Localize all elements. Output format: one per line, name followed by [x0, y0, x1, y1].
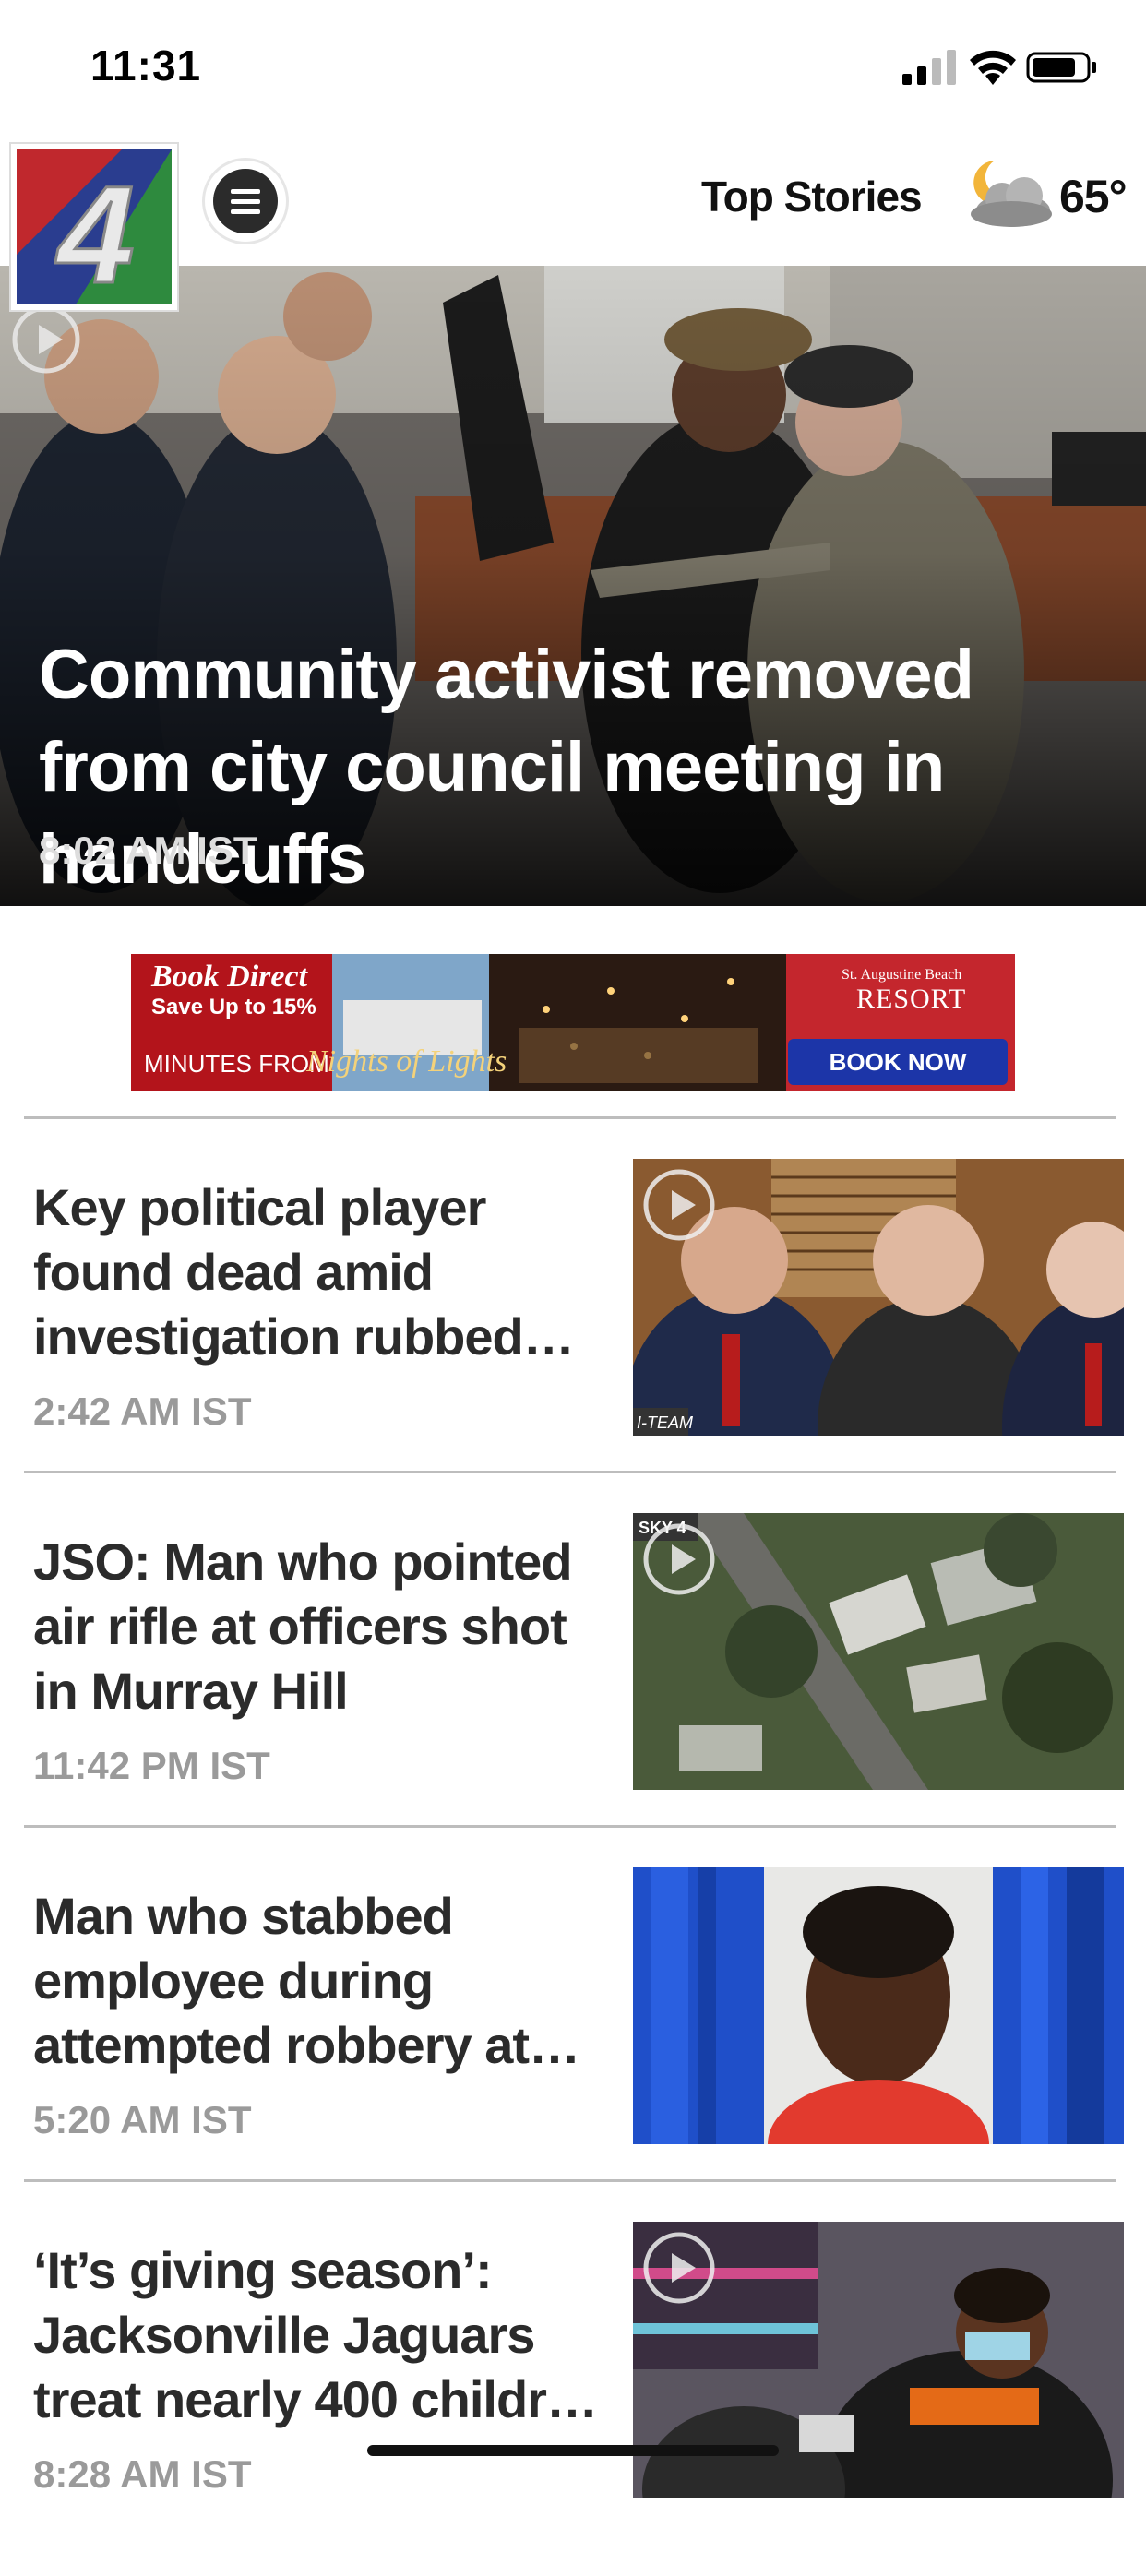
ad-nights-of-lights: Nights of Lights	[306, 1044, 507, 1079]
story-thumbnail[interactable]	[633, 1867, 1124, 2144]
hero-story[interactable]: Community activist removed from city cou…	[0, 266, 1146, 906]
ad-minutes-from: MINUTES FROM	[144, 1050, 329, 1078]
story-headline[interactable]: JSO: Man who pointed air rifle at office…	[33, 1530, 605, 1723]
story-headline[interactable]: Man who stabbed employee during attempte…	[33, 1884, 605, 2078]
divider	[24, 2179, 1116, 2182]
story-item[interactable]: Key political player found dead amid inv…	[0, 1159, 1146, 1513]
divider	[24, 1825, 1116, 1828]
station-logo[interactable]: 4	[11, 144, 177, 314]
video-play-icon	[12, 305, 80, 374]
partly-cloudy-night-icon[interactable]	[960, 157, 1056, 233]
cellular-signal-icon	[902, 50, 956, 85]
logo-text: 4	[54, 157, 134, 310]
story-timestamp: 8:28 AM IST	[33, 2452, 252, 2496]
thumb-label: I-TEAM	[637, 1413, 693, 1432]
home-indicator[interactable]	[367, 2445, 779, 2456]
story-headline[interactable]: Key political player found dead amid inv…	[33, 1175, 605, 1369]
ad-headline: Book Direct	[151, 960, 308, 994]
section-title[interactable]: Top Stories	[701, 172, 923, 221]
divider	[24, 1116, 1116, 1119]
ad-book-now-button[interactable]: BOOK NOW	[788, 1039, 1008, 1085]
ad-resort: RESORT	[856, 984, 967, 1014]
story-headline[interactable]: ‘It’s giving season’: Jacksonville Jagua…	[33, 2238, 605, 2432]
ad-banner[interactable]: Book Direct Save Up to 15% MINUTES FROM …	[131, 954, 1015, 1091]
ad-location: St. Augustine Beach	[842, 967, 962, 983]
story-item[interactable]: ‘It’s giving season’: Jacksonville Jagua…	[0, 2222, 1146, 2576]
story-timestamp: 5:20 AM IST	[33, 2098, 252, 2141]
wifi-icon	[970, 50, 1016, 85]
video-play-icon	[643, 1523, 715, 1595]
hamburger-menu-icon	[213, 169, 278, 233]
status-bar: 11:31	[0, 0, 1146, 138]
story-item[interactable]: JSO: Man who pointed air rifle at office…	[0, 1513, 1146, 1867]
weather-temperature[interactable]: 65°	[1059, 170, 1128, 223]
hero-timestamp: 8:02 AM IST	[39, 829, 257, 872]
menu-button[interactable]	[205, 161, 286, 242]
video-play-icon	[643, 1169, 715, 1241]
video-play-icon	[643, 2232, 715, 2304]
battery-icon	[1026, 52, 1096, 83]
story-timestamp: 11:42 PM IST	[33, 1744, 270, 1787]
story-timestamp: 2:42 AM IST	[33, 1389, 252, 1433]
divider	[24, 1471, 1116, 1473]
story-thumbnail[interactable]: SKY 4	[633, 1513, 1124, 1790]
story-thumbnail[interactable]	[633, 2222, 1124, 2498]
status-time: 11:31	[90, 42, 202, 89]
story-thumbnail[interactable]: I-TEAM	[633, 1159, 1124, 1436]
ad-offer: Save Up to 15%	[151, 995, 316, 1020]
story-item[interactable]: Man who stabbed employee during attempte…	[0, 1867, 1146, 2222]
